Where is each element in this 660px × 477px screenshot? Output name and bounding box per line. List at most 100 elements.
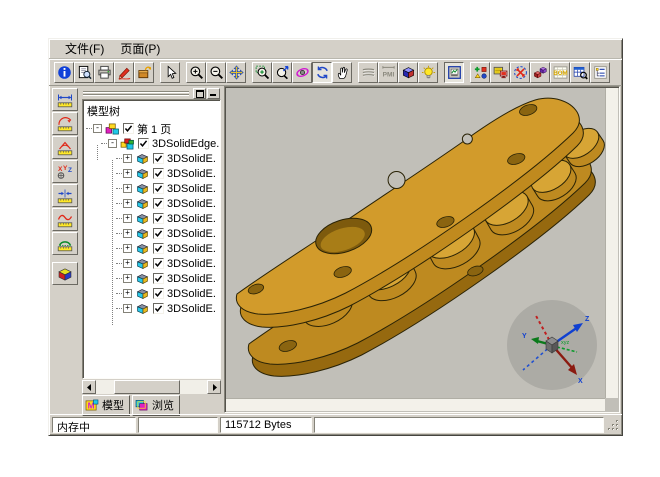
zoom-dynamic-button[interactable] <box>272 62 292 83</box>
scrollbar-track[interactable] <box>180 380 207 394</box>
tab-browse[interactable]: 浏览 <box>132 395 180 416</box>
scrollbar-thumb[interactable] <box>114 380 180 394</box>
pan-hand-button[interactable] <box>332 62 352 83</box>
panel-gripper[interactable] <box>80 86 223 99</box>
visibility-checkbox[interactable] <box>153 273 164 284</box>
zoom-out-button[interactable] <box>206 62 226 83</box>
bom-button[interactable]: BOM <box>550 62 570 83</box>
visibility-checkbox[interactable] <box>153 183 164 194</box>
zoom-window-button[interactable] <box>252 62 272 83</box>
pmi-button[interactable]: PMI <box>378 62 398 83</box>
markup-pen-button[interactable] <box>114 62 134 83</box>
spin-view-button[interactable] <box>312 62 332 83</box>
measure-radius-button[interactable] <box>52 112 78 135</box>
tree-row[interactable]: +3DSolidE. <box>83 301 220 316</box>
collapse-toggle[interactable]: - <box>93 124 102 133</box>
model-tree-toggle-button[interactable] <box>590 62 610 83</box>
tree-row[interactable]: +3DSolidE. <box>83 286 220 301</box>
parts-group-button[interactable] <box>470 62 490 83</box>
tree-row[interactable]: +3DSolidE. <box>83 256 220 271</box>
explode-view-icon <box>533 65 548 80</box>
resize-grip[interactable] <box>606 417 620 433</box>
visibility-checkbox[interactable] <box>153 168 164 179</box>
expand-toggle[interactable]: + <box>123 154 132 163</box>
expand-toggle[interactable]: + <box>123 259 132 268</box>
view-3d-box-icon <box>57 266 73 282</box>
menu-page[interactable]: 页面(P) <box>112 38 168 59</box>
rotate-orbit-button[interactable] <box>292 62 312 83</box>
print-preview-button[interactable] <box>74 62 94 83</box>
tree-hscrollbar[interactable] <box>82 380 221 394</box>
zoom-in-button[interactable] <box>186 62 206 83</box>
menu-file[interactable]: 文件(F) <box>57 38 112 59</box>
visibility-checkbox[interactable] <box>153 213 164 224</box>
measure-curve-button[interactable] <box>52 208 78 231</box>
expand-toggle[interactable]: + <box>123 244 132 253</box>
viewport-vscrollbar[interactable] <box>605 88 618 398</box>
print-button[interactable] <box>94 62 114 83</box>
tree-row[interactable]: -3DSolidEdge. <box>83 136 220 151</box>
visibility-checkbox[interactable] <box>153 198 164 209</box>
panel-float-button[interactable] <box>193 88 206 99</box>
notebook-button[interactable] <box>444 62 464 83</box>
zoom-dynamic-icon <box>275 65 290 80</box>
tree-row[interactable]: +3DSolidE. <box>83 211 220 226</box>
report-table-button[interactable] <box>570 62 590 83</box>
layers-button[interactable] <box>358 62 378 83</box>
view-3d-box-button[interactable] <box>52 262 78 285</box>
expand-toggle[interactable]: + <box>123 229 132 238</box>
expand-toggle[interactable]: + <box>123 184 132 193</box>
tree-row[interactable]: +3DSolidE. <box>83 226 220 241</box>
panel-tabs: M模型浏览 <box>80 394 223 413</box>
tree-row[interactable]: +3DSolidE. <box>83 181 220 196</box>
info-button[interactable] <box>54 62 74 83</box>
3d-viewport[interactable]: Z X Y xyz <box>224 86 620 413</box>
pan-move-button[interactable] <box>226 62 246 83</box>
rotate-center-button[interactable] <box>510 62 530 83</box>
panel-hide-button[interactable] <box>207 88 220 99</box>
expand-toggle[interactable]: + <box>123 214 132 223</box>
light-toggle-button[interactable] <box>418 62 438 83</box>
browse-tab-icon <box>135 399 149 411</box>
expand-toggle[interactable]: + <box>123 199 132 208</box>
measure-gap-button[interactable] <box>52 184 78 207</box>
scroll-left-button[interactable] <box>82 380 96 394</box>
tree-row[interactable]: +3DSolidE. <box>83 271 220 286</box>
viewport-hscrollbar[interactable] <box>226 398 605 411</box>
measure-xyz-button[interactable]: XYZ <box>52 160 78 183</box>
measure-arc-button[interactable] <box>52 232 78 255</box>
collapse-toggle[interactable]: - <box>108 139 117 148</box>
measure-distance-button[interactable] <box>52 88 78 111</box>
tree-row[interactable]: +3DSolidE. <box>83 196 220 211</box>
visibility-checkbox[interactable] <box>153 258 164 269</box>
expand-toggle[interactable]: + <box>123 304 132 313</box>
tree-row[interactable]: +3DSolidE. <box>83 241 220 256</box>
explode-view-button[interactable] <box>530 62 550 83</box>
expand-toggle[interactable]: + <box>123 169 132 178</box>
tree-row[interactable]: +3DSolidE. <box>83 166 220 181</box>
expand-toggle[interactable]: + <box>123 274 132 283</box>
svg-text:Z: Z <box>68 167 72 174</box>
visibility-checkbox[interactable] <box>153 288 164 299</box>
view-cube-button[interactable] <box>398 62 418 83</box>
model-tree: 模型树 -第 1 页-3DSolidEdge.+3DSolidE.+3DSoli… <box>82 99 221 379</box>
expand-toggle[interactable]: + <box>123 289 132 298</box>
select-arrow-button[interactable] <box>160 62 180 83</box>
tree-item-label: 3DSolidE. <box>167 243 216 255</box>
visibility-checkbox[interactable] <box>138 138 149 149</box>
tab-label: 模型 <box>102 397 124 413</box>
screen-view-button[interactable] <box>490 62 510 83</box>
tree-row[interactable]: +3DSolidE. <box>83 151 220 166</box>
export-box-button[interactable] <box>134 62 154 83</box>
visibility-checkbox[interactable] <box>153 303 164 314</box>
orientation-triad: Z X Y xyz <box>505 298 599 392</box>
visibility-checkbox[interactable] <box>153 243 164 254</box>
tree-rows: -第 1 页-3DSolidEdge.+3DSolidE.+3DSolidE.+… <box>83 121 220 316</box>
visibility-checkbox[interactable] <box>123 123 134 134</box>
tree-row[interactable]: -第 1 页 <box>83 121 220 136</box>
scroll-right-button[interactable] <box>207 380 221 394</box>
visibility-checkbox[interactable] <box>153 153 164 164</box>
tab-model[interactable]: M模型 <box>82 395 130 416</box>
visibility-checkbox[interactable] <box>153 228 164 239</box>
measure-angle-button[interactable] <box>52 136 78 159</box>
